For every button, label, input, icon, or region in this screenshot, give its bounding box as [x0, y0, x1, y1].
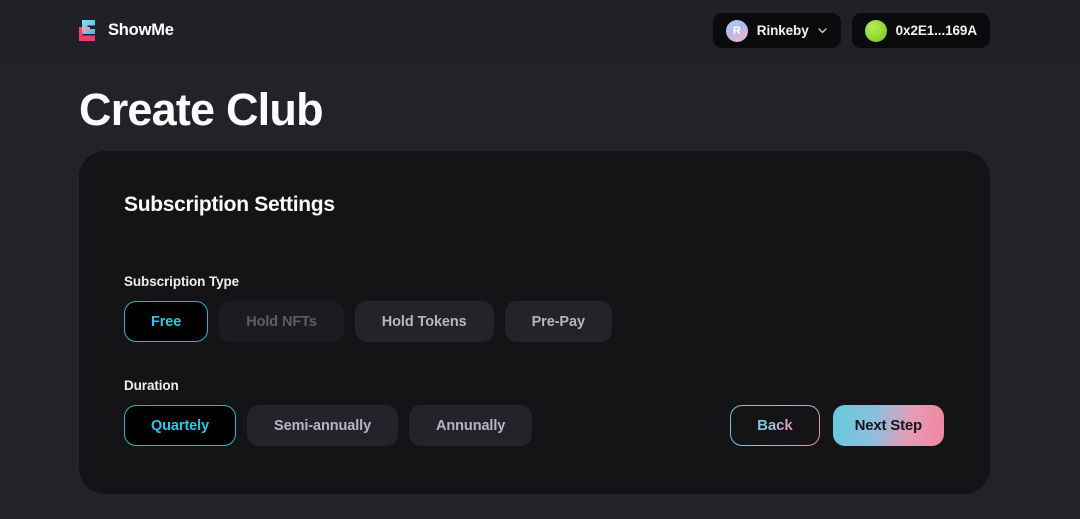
duration-option-annually[interactable]: Annunally — [409, 405, 533, 446]
nav-buttons: Back Next Step — [730, 405, 944, 446]
subscription-type-group: Subscription Type Free Hold NFTs Hold To… — [124, 274, 990, 342]
duration-row: Quartely Semi-annually Annunally Back Ne… — [124, 405, 990, 446]
duration-option-quarterly[interactable]: Quartely — [124, 405, 237, 446]
wallet-address: 0x2E1...169A — [895, 23, 977, 38]
network-selector[interactable]: R Rinkeby — [712, 13, 841, 48]
top-bar: ShowMe R Rinkeby 0x2E1...169A — [0, 0, 1080, 61]
brand[interactable]: ShowMe — [78, 19, 174, 42]
card-title: Subscription Settings — [124, 193, 335, 216]
duration-options: Quartely Semi-annually Annunally — [124, 405, 533, 446]
chevron-down-icon — [817, 25, 828, 36]
wallet-status-dot-icon — [864, 19, 887, 42]
subscription-type-option-hold-nfts: Hold NFTs — [219, 301, 344, 342]
topbar-right: R Rinkeby 0x2E1...169A — [712, 13, 990, 48]
duration-option-semi-annually[interactable]: Semi-annually — [247, 405, 399, 446]
subscription-type-options: Free Hold NFTs Hold Tokens Pre-Pay — [124, 301, 990, 342]
duration-group: Duration Quartely Semi-annually Annunall… — [124, 378, 990, 446]
network-avatar: R — [725, 19, 748, 42]
subscription-type-label: Subscription Type — [124, 274, 240, 289]
brand-name: ShowMe — [108, 21, 174, 39]
subscription-type-option-hold-tokens[interactable]: Hold Tokens — [354, 301, 494, 342]
next-step-button[interactable]: Next Step — [832, 405, 944, 446]
page-title: Create Club — [79, 84, 324, 135]
subscription-type-option-free[interactable]: Free — [124, 301, 209, 342]
network-label: Rinkeby — [756, 23, 809, 38]
back-button-label: Back — [757, 417, 793, 434]
subscription-settings-card: Subscription Settings Subscription Type … — [79, 151, 990, 494]
wallet-address-button[interactable]: 0x2E1...169A — [851, 13, 990, 48]
duration-label: Duration — [124, 378, 179, 393]
showme-s-logo-icon — [78, 19, 99, 42]
back-button[interactable]: Back — [730, 405, 819, 446]
subscription-type-option-pre-pay[interactable]: Pre-Pay — [504, 301, 612, 342]
